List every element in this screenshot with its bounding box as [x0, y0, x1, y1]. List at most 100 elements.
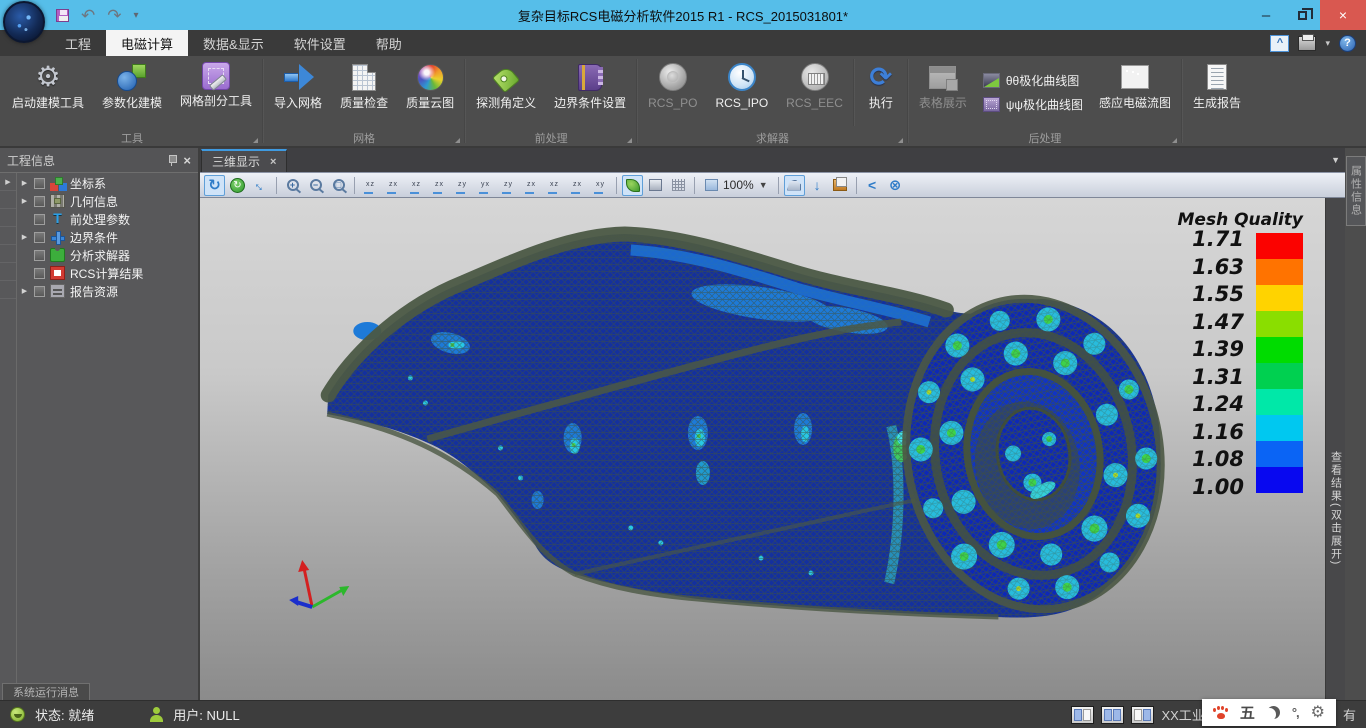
import-mesh-button[interactable]: 导入网格 — [265, 56, 331, 129]
checkbox[interactable] — [34, 250, 45, 261]
theta-polarization-curve-button[interactable]: θθ极化曲线图 — [983, 72, 1083, 89]
share-button[interactable]: < — [862, 175, 883, 196]
results-collapsed-panel[interactable]: 查看结果(双击展开) — [1325, 198, 1345, 700]
redo-icon[interactable]: ↷ — [107, 7, 121, 24]
orbit-tool-button[interactable]: ↻ — [227, 175, 248, 196]
rotate-tool-button[interactable]: ↻ — [204, 175, 225, 196]
zoom-in-button[interactable]: + — [282, 175, 303, 196]
save-icon[interactable] — [56, 9, 69, 22]
drop-arrow-button[interactable]: ↓ — [807, 175, 828, 196]
tab-overflow-icon[interactable]: ▼ — [1331, 155, 1345, 165]
checkbox[interactable] — [34, 178, 45, 189]
parametric-modeling-button[interactable]: 参数化建模 — [93, 56, 171, 129]
pin-icon[interactable] — [167, 154, 177, 166]
induced-current-map-button[interactable]: 感应电磁流图 — [1090, 56, 1180, 129]
minimize-button[interactable]: – — [1248, 0, 1284, 30]
table-display-button[interactable]: 表格展示 — [910, 56, 976, 129]
expander-icon[interactable]: ▶ — [20, 287, 29, 295]
3d-canvas[interactable]: Mesh Quality 1.71 1.63 1.55 1.47 1.39 1.… — [200, 198, 1325, 700]
legend-band — [1256, 467, 1303, 493]
generate-report-button[interactable]: 生成报告 — [1184, 56, 1250, 129]
checkbox[interactable] — [34, 268, 45, 279]
ime-settings-icon[interactable]: ⚙ — [1311, 705, 1325, 721]
help-icon[interactable]: ? — [1339, 35, 1356, 52]
layout-middle-button[interactable] — [1101, 706, 1124, 724]
checkbox[interactable] — [34, 196, 45, 207]
zoom-level-select[interactable]: 100% ▼ — [700, 178, 773, 192]
printer-icon[interactable] — [1298, 36, 1316, 51]
tab-data-display[interactable]: 数据&显示 — [188, 30, 279, 56]
collapse-ribbon-icon[interactable]: ^ — [1270, 35, 1289, 52]
zoom-window-button[interactable]: □ — [328, 175, 349, 196]
rcs-ipo-button[interactable]: RCS_IPO — [706, 56, 777, 129]
root-expander-icon[interactable]: ▶ — [0, 173, 16, 191]
grid-view-button[interactable] — [668, 175, 689, 196]
button-label: 导入网格 — [274, 97, 322, 110]
layers-button[interactable] — [830, 175, 851, 196]
ime-punctuation-icon[interactable]: °, — [1292, 705, 1299, 720]
tree-item-rcs-results[interactable]: RCS计算结果 — [17, 264, 198, 282]
view-button-7[interactable]: zy — [498, 175, 519, 196]
ime-logo-paw-icon[interactable] — [1213, 706, 1228, 719]
system-message-tab[interactable]: 系统运行消息 — [2, 683, 90, 700]
boundary-settings-button[interactable]: 边界条件设置 — [545, 56, 635, 129]
undo-icon[interactable]: ↶ — [81, 7, 95, 24]
view-button-6[interactable]: yx — [475, 175, 496, 196]
tree-item-geometry-info[interactable]: ▶ 几何信息 — [17, 192, 198, 210]
quick-access-dropdown-icon[interactable]: ▾ — [134, 10, 139, 21]
tree-item-coordinate-system[interactable]: ▶ 坐标系 — [17, 174, 198, 192]
window-controls: – × — [1248, 0, 1366, 30]
checkbox[interactable] — [34, 214, 45, 225]
view-button-1[interactable]: xz — [360, 175, 381, 196]
view-button-5[interactable]: zy — [452, 175, 473, 196]
tab-close-icon[interactable]: × — [270, 156, 276, 168]
app-logo-icon[interactable] — [3, 1, 45, 43]
expander-icon[interactable]: ▶ — [20, 233, 29, 241]
cancel-button[interactable]: ⊗ — [885, 175, 906, 196]
view-button-4[interactable]: zx — [429, 175, 450, 196]
tree-item-preprocess-params[interactable]: T 前处理参数 — [17, 210, 198, 228]
tab-3d-display[interactable]: 三维显示 × — [201, 149, 287, 172]
select-polygon-button[interactable] — [784, 175, 805, 196]
view-button-9[interactable]: xz — [544, 175, 565, 196]
maximize-button[interactable] — [1284, 0, 1320, 30]
tab-em-computation[interactable]: 电磁计算 — [106, 30, 188, 56]
psi-polarization-curve-button[interactable]: ψψ极化曲线图 — [983, 96, 1083, 113]
shaded-view-button[interactable] — [622, 175, 643, 196]
rcs-eec-button[interactable]: RCS_EEC — [777, 56, 852, 129]
quality-cloudmap-button[interactable]: 质量云图 — [397, 56, 463, 129]
ime-toolbar[interactable]: 五 °, ⚙ — [1202, 699, 1336, 726]
printer-dropdown-icon[interactable]: ▾ — [1325, 38, 1330, 49]
tab-project[interactable]: 工程 — [50, 30, 106, 56]
expander-icon[interactable]: ▶ — [20, 179, 29, 187]
checkbox[interactable] — [34, 286, 45, 297]
layout-left-button[interactable] — [1071, 706, 1094, 724]
properties-tab[interactable]: 属性信息 — [1346, 156, 1366, 226]
tab-help[interactable]: 帮助 — [361, 30, 417, 56]
view-button-3[interactable]: xz — [406, 175, 427, 196]
execute-button[interactable]: ⟳ 执行 — [856, 56, 906, 129]
layout-right-button[interactable] — [1131, 706, 1154, 724]
expander-icon[interactable]: ▶ — [20, 197, 29, 205]
tree-item-solver[interactable]: 分析求解器 — [17, 246, 198, 264]
probe-angle-button[interactable]: 探测角定义 — [467, 56, 545, 129]
checkbox[interactable] — [34, 232, 45, 243]
meshing-tool-button[interactable]: 网格剖分工具 — [171, 56, 261, 129]
view-button-2[interactable]: zx — [383, 175, 404, 196]
tab-software-settings[interactable]: 软件设置 — [279, 30, 361, 56]
rcs-po-button[interactable]: RCS_PO — [639, 56, 706, 129]
view-button-11[interactable]: xy — [590, 175, 611, 196]
launch-modeling-tool-button[interactable]: ⚙ 启动建模工具 — [3, 56, 93, 129]
ime-wubi-mode[interactable]: 五 — [1240, 702, 1255, 723]
tree-item-boundary-conditions[interactable]: ▶ 边界条件 — [17, 228, 198, 246]
panel-close-icon[interactable]: × — [183, 154, 191, 167]
view-button-8[interactable]: zx — [521, 175, 542, 196]
close-button[interactable]: × — [1320, 0, 1366, 30]
wireframe-view-button[interactable] — [645, 175, 666, 196]
view-button-10[interactable]: zx — [567, 175, 588, 196]
tree-item-report-resources[interactable]: ▶ 报告资源 — [17, 282, 198, 300]
pan-tool-button[interactable]: ↔ — [250, 175, 271, 196]
quality-check-button[interactable]: 质量检查 — [331, 56, 397, 129]
zoom-out-button[interactable]: − — [305, 175, 326, 196]
ime-moon-icon[interactable] — [1267, 706, 1280, 719]
